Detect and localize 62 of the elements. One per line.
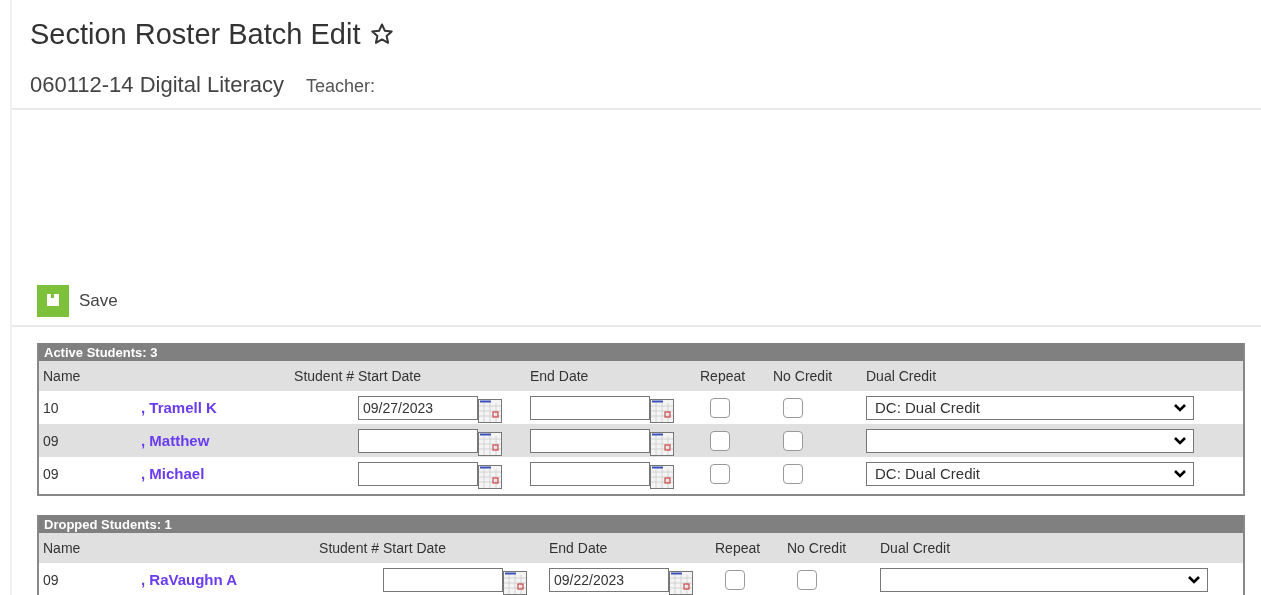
section-name: 060112-14 Digital Literacy: [30, 72, 284, 98]
column-header: No Credit: [773, 368, 834, 384]
calendar-icon[interactable]: [478, 431, 502, 456]
grade-cell-text: 09: [43, 432, 60, 449]
save-icon: [37, 285, 69, 317]
calendar-icon[interactable]: [650, 398, 674, 423]
date-field[interactable]: [358, 461, 478, 486]
repeat-checkbox[interactable]: [710, 397, 730, 418]
table-title: Dropped Students: 1: [44, 516, 172, 532]
dual-credit-dropdown[interactable]: [866, 428, 1194, 453]
column-header: Start Date: [358, 368, 423, 384]
no-credit-checkbox[interactable]: [783, 397, 803, 418]
chevron-icon: [1173, 468, 1187, 479]
column-header: Dual Credit: [880, 540, 952, 556]
date-field[interactable]: 09/27/2023: [358, 395, 478, 420]
column-header: Name: [43, 368, 82, 384]
grade-cell-text: 09: [43, 571, 60, 588]
calendar-icon[interactable]: [669, 570, 693, 595]
star-icon[interactable]: [370, 22, 395, 46]
column-header: Repeat: [715, 540, 762, 556]
chevron-icon: [1173, 435, 1187, 446]
student-link[interactable]: , Tramell K: [141, 399, 217, 416]
student-link[interactable]: , Matthew: [141, 432, 210, 449]
no-credit-checkbox[interactable]: [797, 569, 817, 590]
no-credit-checkbox[interactable]: [783, 430, 803, 451]
page-title: Section Roster Batch Edit: [30, 17, 361, 51]
calendar-icon[interactable]: [650, 431, 674, 456]
table-title: Active Students: 3: [44, 344, 158, 360]
column-header: Dual Credit: [866, 368, 938, 384]
date-field[interactable]: [383, 567, 503, 592]
date-field[interactable]: [530, 428, 650, 453]
student-link[interactable]: , Michael: [141, 465, 205, 482]
grade-cell-text: 10: [43, 399, 60, 416]
column-header: Student #: [319, 540, 380, 556]
date-field[interactable]: [530, 395, 650, 420]
calendar-icon[interactable]: [503, 570, 527, 595]
teacher-label: Teacher:: [305, 76, 375, 97]
column-header: Name: [43, 540, 82, 556]
column-header: No Credit: [787, 540, 848, 556]
chevron-icon: [1187, 574, 1201, 585]
column-header: Start Date: [383, 540, 448, 556]
date-field[interactable]: [530, 461, 650, 486]
student-link[interactable]: , RaVaughn A: [141, 571, 238, 588]
grade-cell-text: 09: [43, 465, 60, 482]
calendar-icon[interactable]: [478, 398, 502, 423]
dual-credit-dropdown[interactable]: DC: Dual Credit: [866, 461, 1194, 486]
dual-credit-dropdown[interactable]: [880, 567, 1208, 592]
calendar-icon[interactable]: [650, 464, 674, 489]
repeat-checkbox[interactable]: [710, 430, 730, 451]
column-header: Student #: [294, 368, 355, 384]
column-header: End Date: [549, 540, 609, 556]
dual-credit-dropdown[interactable]: DC: Dual Credit: [866, 395, 1194, 420]
calendar-icon[interactable]: [478, 464, 502, 489]
column-header: End Date: [530, 368, 590, 384]
chevron-icon: [1173, 402, 1187, 413]
date-field[interactable]: 09/22/2023: [549, 567, 669, 592]
save-button[interactable]: Save: [37, 285, 118, 317]
repeat-checkbox[interactable]: [725, 569, 745, 590]
repeat-checkbox[interactable]: [710, 463, 730, 484]
no-credit-checkbox[interactable]: [783, 463, 803, 484]
column-header: Repeat: [700, 368, 747, 384]
date-field[interactable]: [358, 428, 478, 453]
